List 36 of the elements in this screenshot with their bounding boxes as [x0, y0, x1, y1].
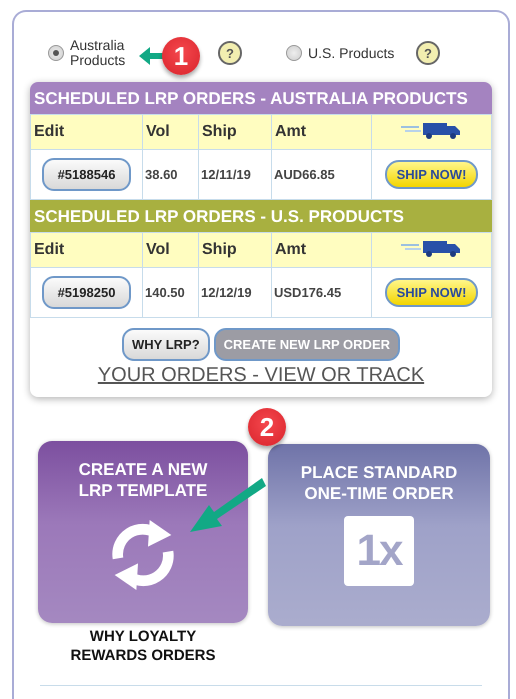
help-icon[interactable]: ?	[218, 41, 242, 65]
section-header: SCHEDULED LRP ORDERS - U.S. PRODUCTS	[30, 200, 492, 232]
tile-title: PLACE STANDARD ONE-TIME ORDER	[300, 462, 458, 504]
help-icon[interactable]: ?	[416, 41, 440, 65]
ship-now-button[interactable]: SHIP NOW!	[384, 160, 478, 189]
column-header: Ship	[198, 232, 272, 268]
tile-title: CREATE A NEW LRP TEMPLATE	[78, 459, 208, 501]
table-cell: USD176.45	[272, 268, 372, 318]
table-cell: 12/12/19	[198, 268, 272, 318]
column-header: Edit	[30, 232, 142, 268]
table-cell: 140.50	[142, 268, 198, 318]
radio-button[interactable]	[48, 45, 64, 61]
orders-link[interactable]: YOUR ORDERS - VIEW OR TRACK	[98, 364, 424, 386]
radio-label: U.S. Products	[308, 46, 396, 60]
ship-now-button[interactable]: SHIP NOW!	[384, 278, 478, 307]
tile-badge: 1x	[344, 516, 414, 586]
order-tile[interactable]: PLACE STANDARD ONE-TIME ORDER 1x	[268, 444, 490, 626]
order-number-button[interactable]: #5198250	[42, 276, 132, 309]
tile-caption[interactable]: WHY LOYALTY REWARDS ORDERS	[53, 627, 233, 665]
radio-button[interactable]	[286, 45, 302, 61]
column-header: Ship	[198, 114, 272, 150]
column-header: Vol	[142, 114, 198, 150]
step-number: 1	[162, 37, 200, 75]
section-header: SCHEDULED LRP ORDERS - AUSTRALIA PRODUCTS	[30, 82, 492, 114]
order-tile[interactable]: CREATE A NEW LRP TEMPLATE	[38, 441, 248, 623]
order-number-button[interactable]: #5188546	[42, 158, 132, 191]
step-number: 2	[248, 408, 286, 446]
column-header: Edit	[30, 114, 142, 150]
radio-label: Australia Products	[70, 38, 126, 68]
truck-icon	[400, 238, 462, 256]
arrow	[139, 47, 164, 65]
column-header: Vol	[142, 232, 198, 268]
column-header: Amt	[272, 114, 372, 150]
truck-icon	[400, 120, 462, 138]
column-header: Amt	[272, 232, 372, 268]
action-button[interactable]: WHY LRP?	[122, 328, 210, 361]
